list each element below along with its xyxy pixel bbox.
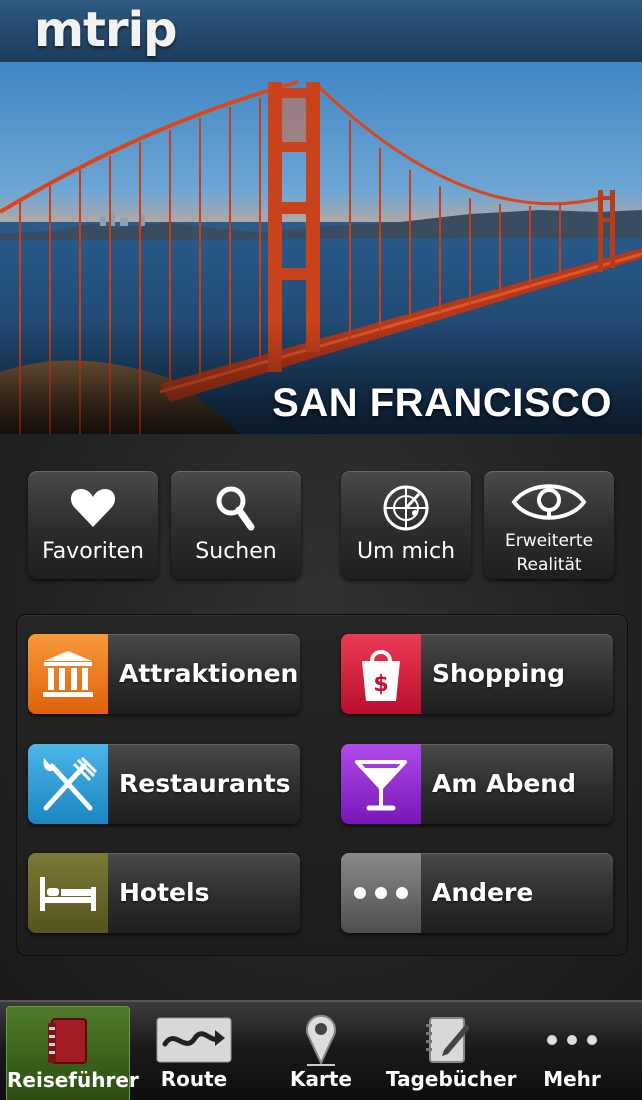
hotels-label: Hotels — [119, 878, 210, 907]
favorites-label: Favoriten — [42, 539, 144, 564]
map-pin-icon — [306, 1014, 336, 1066]
tab-guidebook-label: Reiseführer — [7, 1068, 139, 1092]
app-screen: mtrip SAN FRANCISCO Favoriten Suchen Um … — [0, 0, 642, 1100]
tab-guidebook[interactable]: Reiseführer — [6, 1006, 139, 1100]
other-tile — [341, 853, 421, 933]
other-label: Andere — [432, 878, 534, 907]
fork-knife-icon — [43, 756, 98, 811]
tab-more-label: Mehr — [543, 1067, 601, 1091]
augmented-reality-label-line1: Erweiterte — [504, 531, 594, 551]
favorites-button[interactable]: Favoriten — [28, 471, 158, 579]
shopping-bag-icon: $ — [362, 650, 400, 701]
category-restaurants[interactable]: Restaurants — [28, 744, 300, 824]
heart-icon — [70, 489, 116, 527]
category-shopping[interactable]: $ Shopping — [341, 634, 613, 714]
category-nightlife[interactable]: Am Abend — [341, 744, 613, 824]
search-label: Suchen — [195, 539, 277, 564]
nightlife-label: Am Abend — [432, 769, 576, 798]
city-hero-image: SAN FRANCISCO — [0, 62, 642, 434]
category-hotels[interactable]: Hotels — [28, 853, 300, 933]
landmark-icon — [43, 651, 93, 697]
tab-route[interactable]: Route — [146, 1006, 242, 1100]
cocktail-icon — [355, 760, 407, 811]
restaurants-tile — [28, 744, 108, 824]
nearby-label: Um mich — [356, 539, 456, 564]
shopping-label: Shopping — [432, 659, 566, 688]
restaurants-label: Restaurants — [119, 769, 291, 798]
radar-icon — [383, 485, 429, 531]
search-icon — [216, 486, 255, 531]
augmented-reality-label-line2: Realität — [516, 555, 582, 575]
app-header: mtrip — [0, 0, 642, 63]
augmented-reality-button[interactable]: Erweiterte Realität — [484, 471, 614, 579]
route-icon — [156, 1017, 232, 1063]
tab-route-label: Route — [160, 1067, 228, 1091]
city-title: SAN FRANCISCO — [272, 381, 612, 425]
tab-map[interactable]: Karte — [278, 1006, 364, 1100]
more-dots-icon — [547, 1035, 597, 1045]
hotels-tile — [28, 853, 108, 933]
journal-icon — [426, 1017, 470, 1063]
tab-journals[interactable]: Tagebücher — [386, 1006, 517, 1100]
golden-gate-illustration — [0, 62, 642, 434]
eye-icon — [511, 484, 587, 520]
more-dots-icon — [354, 887, 408, 899]
search-button[interactable]: Suchen — [171, 471, 301, 579]
nightlife-tile — [341, 744, 421, 824]
tab-journals-label: Tagebücher — [386, 1067, 517, 1091]
mtrip-logo: mtrip — [34, 2, 177, 58]
tab-map-label: Karte — [290, 1067, 352, 1091]
guidebook-icon — [48, 1018, 87, 1064]
attractions-label: Attraktionen — [119, 659, 299, 688]
nearby-button[interactable]: Um mich — [341, 471, 471, 579]
shopping-tile: $ — [341, 634, 421, 714]
tab-bar: Reiseführer Route Karte Tagebücher Mehr — [0, 1000, 642, 1100]
bed-icon — [40, 877, 96, 911]
svg-text:$: $ — [373, 672, 388, 697]
attractions-tile — [28, 634, 108, 714]
category-other[interactable]: Andere — [341, 853, 613, 933]
category-attractions[interactable]: Attraktionen — [28, 634, 300, 714]
tab-more[interactable]: Mehr — [526, 1006, 618, 1100]
augmented-reality-label: Erweiterte Realität — [484, 529, 614, 577]
